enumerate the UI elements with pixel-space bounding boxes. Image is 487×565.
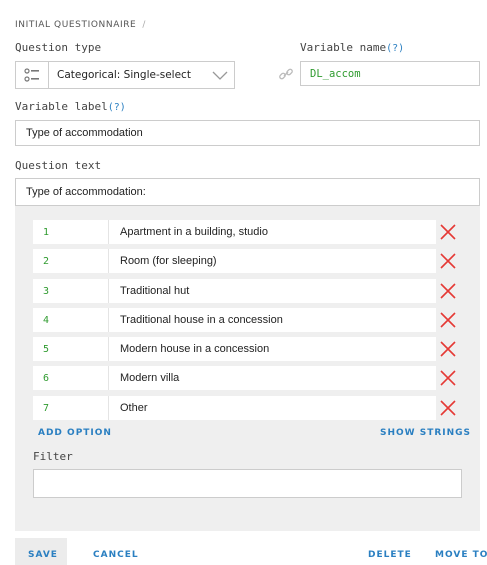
option-title[interactable]: Apartment in a building, studio (109, 226, 268, 238)
variable-label-label-text: Variable label (15, 100, 108, 113)
option-code[interactable]: 7 (33, 396, 109, 420)
delete-option-icon[interactable] (440, 253, 456, 269)
option-code[interactable]: 1 (33, 220, 109, 244)
option-code[interactable]: 3 (33, 279, 109, 303)
question-text-input[interactable]: Type of accommodation: (15, 178, 480, 206)
list-type-icon (16, 62, 49, 88)
cancel-button[interactable]: CANCEL (93, 550, 139, 560)
question-text-label: Question text (15, 159, 102, 172)
option-title[interactable]: Traditional house in a concession (109, 314, 283, 326)
chevron-down-icon (206, 71, 234, 80)
variable-label-input[interactable]: Type of accommodation (15, 120, 480, 146)
variable-name-label: Variable name(?) (300, 41, 404, 54)
option-title[interactable]: Other (109, 402, 148, 414)
option-title[interactable]: Modern villa (109, 372, 179, 384)
option-code[interactable]: 2 (33, 249, 109, 273)
option-row[interactable]: 3 Traditional hut (33, 279, 436, 303)
option-row[interactable]: 2 Room (for sleeping) (33, 249, 436, 273)
add-option-button[interactable]: ADD OPTION (38, 428, 112, 438)
move-to-button[interactable]: MOVE TO (435, 550, 487, 560)
filter-input[interactable] (33, 469, 462, 498)
options-panel: 1 Apartment in a building, studio 2 Room… (15, 206, 480, 531)
delete-option-icon[interactable] (440, 283, 456, 299)
variable-name-label-text: Variable name (300, 41, 387, 54)
variable-label-help[interactable]: (?) (108, 102, 126, 113)
delete-option-icon[interactable] (440, 312, 456, 328)
option-code[interactable]: 5 (33, 337, 109, 361)
link-icon[interactable] (278, 66, 294, 82)
breadcrumb-section[interactable]: INITIAL QUESTIONNAIRE (15, 20, 136, 30)
option-row[interactable]: 1 Apartment in a building, studio (33, 220, 436, 244)
show-strings-button[interactable]: SHOW STRINGS (380, 428, 471, 438)
save-button[interactable]: SAVE (28, 550, 58, 560)
delete-option-icon[interactable] (440, 400, 456, 416)
option-row[interactable]: 4 Traditional house in a concession (33, 308, 436, 332)
option-code[interactable]: 4 (33, 308, 109, 332)
variable-name-help[interactable]: (?) (386, 43, 404, 54)
option-title[interactable]: Room (for sleeping) (109, 255, 217, 267)
option-title[interactable]: Modern house in a concession (109, 343, 269, 355)
question-type-label: Question type (15, 41, 102, 54)
filter-label: Filter (33, 450, 73, 463)
option-row[interactable]: 6 Modern villa (33, 366, 436, 390)
variable-label-label: Variable label(?) (15, 100, 126, 113)
delete-option-icon[interactable] (440, 370, 456, 386)
breadcrumb-separator: / (142, 20, 146, 30)
delete-option-icon[interactable] (440, 224, 456, 240)
breadcrumb: INITIAL QUESTIONNAIRE / (15, 20, 146, 30)
delete-option-icon[interactable] (440, 341, 456, 357)
option-title[interactable]: Traditional hut (109, 285, 189, 297)
question-type-value: Categorical: Single-select (57, 69, 191, 81)
delete-button[interactable]: DELETE (368, 550, 412, 560)
question-type-select[interactable]: Categorical: Single-select (15, 61, 235, 89)
option-row[interactable]: 7 Other (33, 396, 436, 420)
option-code[interactable]: 6 (33, 366, 109, 390)
option-row[interactable]: 5 Modern house in a concession (33, 337, 436, 361)
variable-name-input[interactable]: DL_accom (300, 61, 480, 86)
